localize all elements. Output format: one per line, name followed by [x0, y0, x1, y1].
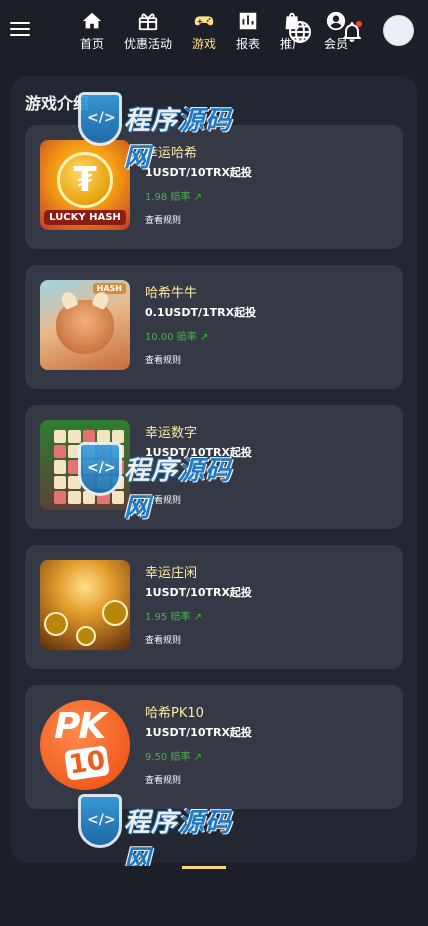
nav-home[interactable]: 首页: [64, 10, 120, 52]
bottom-nav: [0, 866, 428, 926]
shopping-bag-icon: [285, 12, 299, 30]
home-icon: [82, 12, 102, 29]
odds-text: 1.95 赔率 ↗: [145, 612, 203, 623]
active-tab-indicator: [182, 866, 226, 869]
min-bet: 1USDT/10TRX起投: [145, 166, 252, 179]
hamburger-menu-icon[interactable]: [10, 22, 30, 40]
bull-mascot-icon: [56, 300, 114, 354]
hash-pk10-thumbnail: PK 10: [40, 700, 130, 790]
casino-chip-icon: [102, 600, 128, 626]
min-bet: 1USDT/10TRX起投: [145, 446, 252, 459]
gamepad-icon: [194, 16, 214, 26]
view-rules-link[interactable]: 查看规则: [145, 213, 181, 226]
view-rules-link[interactable]: 查看规则: [145, 633, 181, 646]
section-title: 游戏介绍: [25, 94, 90, 113]
bar-chart-icon: [239, 12, 257, 30]
pk-logo-number: 10: [64, 745, 111, 781]
odds-text: 9.50 赔率 ↗: [145, 752, 203, 763]
casino-chip-icon: [44, 612, 68, 636]
bingo-grid-icon: [54, 430, 124, 504]
game-name: 幸运哈希: [145, 146, 198, 161]
view-rules-link[interactable]: 查看规则: [145, 773, 181, 786]
game-card-lucky-number[interactable]: 幸运数字 1USDT/10TRX起投 查看规则: [25, 405, 403, 529]
hash-bull-thumbnail: HASH: [40, 280, 130, 370]
game-name: 幸运庄闲: [145, 566, 198, 581]
game-card-hash-pk10[interactable]: PK 10 哈希PK10 1USDT/10TRX起投 9.50 赔率 ↗ 查看规…: [25, 685, 403, 809]
lucky-hash-thumbnail: ₮ LUCKY HASH: [40, 140, 130, 230]
pk-logo-text: PK: [54, 706, 106, 747]
avatar[interactable]: [383, 15, 414, 46]
casino-chip-icon: [76, 626, 96, 646]
thumb-banner: LUCKY HASH: [44, 210, 126, 225]
user-circle-icon: [326, 11, 346, 31]
view-rules-link[interactable]: 查看规则: [145, 493, 181, 506]
nav-member[interactable]: 会员: [308, 10, 364, 52]
min-bet: 1USDT/10TRX起投: [145, 726, 252, 739]
lucky-number-thumbnail: [40, 420, 130, 510]
game-name: 哈希PK10: [145, 706, 204, 721]
game-name: 哈希牛牛: [145, 286, 198, 301]
game-card-lucky-hash[interactable]: ₮ LUCKY HASH 幸运哈希 1USDT/10TRX起投 1.98 赔率 …: [25, 125, 403, 249]
lucky-banker-player-thumbnail: [40, 560, 130, 650]
min-bet: 1USDT/10TRX起投: [145, 586, 252, 599]
min-bet: 0.1USDT/1TRX起投: [145, 306, 257, 319]
gift-icon: [138, 13, 158, 31]
game-name: 幸运数字: [145, 426, 198, 441]
odds-text: 1.98 赔率 ↗: [145, 192, 203, 203]
game-card-lucky-banker-player[interactable]: 幸运庄闲 1USDT/10TRX起投 1.95 赔率 ↗ 查看规则: [25, 545, 403, 669]
view-rules-link[interactable]: 查看规则: [145, 353, 181, 366]
tether-coin-icon: ₮: [57, 152, 113, 208]
nav-promotions[interactable]: 优惠活动: [120, 10, 176, 52]
odds-text: 10.00 赔率 ↗: [145, 332, 209, 343]
game-card-hash-bull[interactable]: HASH 哈希牛牛 0.1USDT/1TRX起投 10.00 赔率 ↗ 查看规则: [25, 265, 403, 389]
